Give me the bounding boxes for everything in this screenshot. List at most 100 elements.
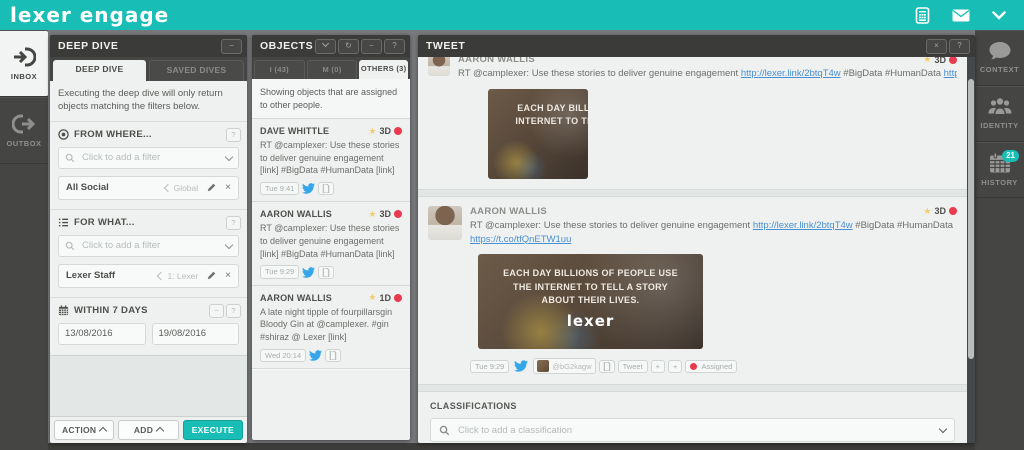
date-to-input[interactable] xyxy=(151,322,239,345)
object-list-item[interactable]: DAVE WHITTLE ★ 3D RT @camplexer: Use the… xyxy=(252,119,410,203)
tweet-image[interactable]: EACH DAY BILLIONS OF PEOPLE USE THE INTE… xyxy=(478,254,703,350)
document-badge[interactable] xyxy=(318,182,335,196)
from-where-filter-input[interactable] xyxy=(58,146,239,169)
twitter-icon[interactable] xyxy=(302,183,316,195)
tweet-link[interactable]: https://t.co/tfQnETW1uu xyxy=(944,68,957,79)
help-button[interactable]: ? xyxy=(226,127,241,142)
add-button[interactable]: ADD xyxy=(118,420,179,440)
tweet-header: TWEET × ? xyxy=(418,35,975,57)
objects-list: Showing objects that are assigned to oth… xyxy=(252,79,410,440)
classification-input[interactable] xyxy=(430,418,955,443)
plus-button[interactable]: + xyxy=(650,359,666,374)
classification-input-field[interactable] xyxy=(456,423,934,437)
lexer-engage-app: lexer engage INBOX OUTBOX CONTEXT IDENTI… xyxy=(0,0,1024,450)
age-badge: 3D xyxy=(934,57,946,65)
sidebar-item-inbox[interactable]: INBOX xyxy=(0,30,48,97)
filter-input-field[interactable] xyxy=(80,151,221,165)
tweet-link[interactable]: https://t.co/tfQnETW1uu xyxy=(470,234,571,245)
twitter-icon[interactable] xyxy=(514,360,529,372)
chevron-down-icon[interactable] xyxy=(992,10,1006,20)
tweet-panel: TWEET × ? AARON WALLIS ★ 3D RT @camplexe… xyxy=(418,35,975,443)
sidebar-item-label: OUTBOX xyxy=(6,138,42,148)
chip-label: Lexer Staff xyxy=(66,270,116,282)
history-count-badge: 21 xyxy=(1002,150,1019,162)
help-button[interactable]: ? xyxy=(226,215,241,230)
help-button[interactable]: ? xyxy=(384,38,405,54)
object-list-item[interactable]: AARON WALLIS ★ 1D A late night tipple of… xyxy=(252,285,410,370)
sidebar-item-history[interactable]: 21 HISTORY xyxy=(975,142,1024,198)
twitter-icon[interactable] xyxy=(302,266,316,278)
tweet-item-partial[interactable]: AARON WALLIS ★ 3D RT @camplexer: Use the… xyxy=(418,57,967,189)
classifications-label: CLASSIFICATIONS xyxy=(430,401,517,412)
tweet-image-cropped[interactable]: EACH DAY BILLIONS OF PEOPLE USE THE INTE… xyxy=(488,88,588,179)
mail-icon[interactable] xyxy=(952,9,970,22)
age-badge: 3D xyxy=(379,209,391,220)
timestamp-badge: Tue 9:29 xyxy=(260,265,300,279)
collapse-button[interactable] xyxy=(315,38,336,54)
edit-pencil-icon[interactable] xyxy=(207,183,216,192)
section-label: FROM WHERE... xyxy=(74,129,152,141)
plus-button[interactable]: + xyxy=(668,359,683,374)
filter-chip-all-social[interactable]: All Social Global × xyxy=(58,175,239,200)
close-button[interactable]: × xyxy=(926,38,947,54)
refresh-button[interactable]: ↻ xyxy=(338,38,359,54)
chevron-down-icon xyxy=(224,152,234,161)
calendar-icon xyxy=(58,305,69,316)
tweet-body: AARON WALLIS ★ 3D RT @camplexer: Use the… xyxy=(418,57,967,443)
for-what-filter-input[interactable] xyxy=(58,234,239,257)
minimize-button[interactable]: − xyxy=(361,38,382,54)
filter-input-field[interactable] xyxy=(80,239,221,253)
assigned-dot xyxy=(394,210,402,219)
action-button[interactable]: ACTION xyxy=(54,420,115,440)
left-sidebar: INBOX OUTBOX xyxy=(0,30,48,450)
tweet-link[interactable]: http://lexer.link/2btqT4w xyxy=(753,220,853,231)
assigned-dot xyxy=(690,362,698,370)
scrollbar-track[interactable] xyxy=(967,57,975,443)
minimize-button[interactable]: − xyxy=(221,38,242,54)
remove-icon[interactable]: × xyxy=(225,182,231,193)
tab-deep-dive[interactable]: DEEP DIVE xyxy=(53,60,146,81)
twitter-icon[interactable] xyxy=(309,349,323,361)
document-badge[interactable] xyxy=(318,265,335,279)
top-bar: lexer engage xyxy=(0,0,1024,30)
tweet-link[interactable]: http://lexer.link/2btqT4w xyxy=(741,68,841,79)
phone-icon[interactable] xyxy=(915,6,930,24)
objects-panel: OBJECTS ↻ − ? I (43) M (0) OTHERS (3) Sh… xyxy=(252,35,410,440)
tweet-type-badge[interactable]: Tweet xyxy=(617,359,648,374)
age-badge: 1D xyxy=(379,292,391,303)
star-icon[interactable]: ★ xyxy=(368,293,376,302)
deep-dive-body: Executing the deep dive will only return… xyxy=(50,81,247,417)
edit-pencil-icon[interactable] xyxy=(207,271,216,280)
sidebar-item-label: IDENTITY xyxy=(980,121,1019,130)
tweet-author: AARON WALLIS xyxy=(470,205,547,217)
help-button[interactable]: ? xyxy=(949,38,970,54)
tab-saved-dives[interactable]: SAVED DIVES xyxy=(149,60,244,81)
object-list-item[interactable]: AARON WALLIS ★ 3D RT @camplexer: Use the… xyxy=(252,202,410,286)
scrollbar-thumb[interactable] xyxy=(968,79,974,359)
sidebar-item-outbox[interactable]: OUTBOX xyxy=(0,97,48,164)
star-icon[interactable]: ★ xyxy=(368,209,376,219)
tab-others-count[interactable]: OTHERS (3) xyxy=(359,60,409,79)
people-group-icon xyxy=(987,97,1013,117)
document-badge[interactable] xyxy=(598,359,615,373)
star-icon[interactable]: ★ xyxy=(923,57,931,64)
sidebar-item-identity[interactable]: IDENTITY xyxy=(975,86,1024,142)
remove-icon[interactable]: × xyxy=(225,270,231,281)
tab-mine-count[interactable]: M (0) xyxy=(306,60,358,79)
document-badge[interactable] xyxy=(325,348,342,362)
sidebar-item-context[interactable]: CONTEXT xyxy=(975,30,1024,86)
author-handle-badge[interactable]: @bG2kagw xyxy=(533,358,596,375)
object-author: DAVE WHITTLE xyxy=(260,126,330,137)
tab-inbox-count[interactable]: I (43) xyxy=(254,60,305,79)
execute-button[interactable]: EXECUTE xyxy=(182,420,243,440)
tweet-item-main[interactable]: AARON WALLIS ★ 3D RT @camplexer: Use the… xyxy=(418,197,967,385)
filter-chip-lexer-staff[interactable]: Lexer Staff 1: Lexer × xyxy=(58,263,239,288)
star-icon[interactable]: ★ xyxy=(368,126,376,136)
deep-dive-tabs: DEEP DIVE SAVED DIVES xyxy=(50,57,247,81)
assigned-badge[interactable]: Assigned xyxy=(685,359,738,374)
minimize-button[interactable]: − xyxy=(209,303,224,318)
date-from-input[interactable] xyxy=(58,322,146,345)
help-button[interactable]: ? xyxy=(226,303,241,318)
star-icon[interactable]: ★ xyxy=(923,206,931,216)
deep-dive-panel: DEEP DIVE − DEEP DIVE SAVED DIVES Execut… xyxy=(50,35,247,443)
